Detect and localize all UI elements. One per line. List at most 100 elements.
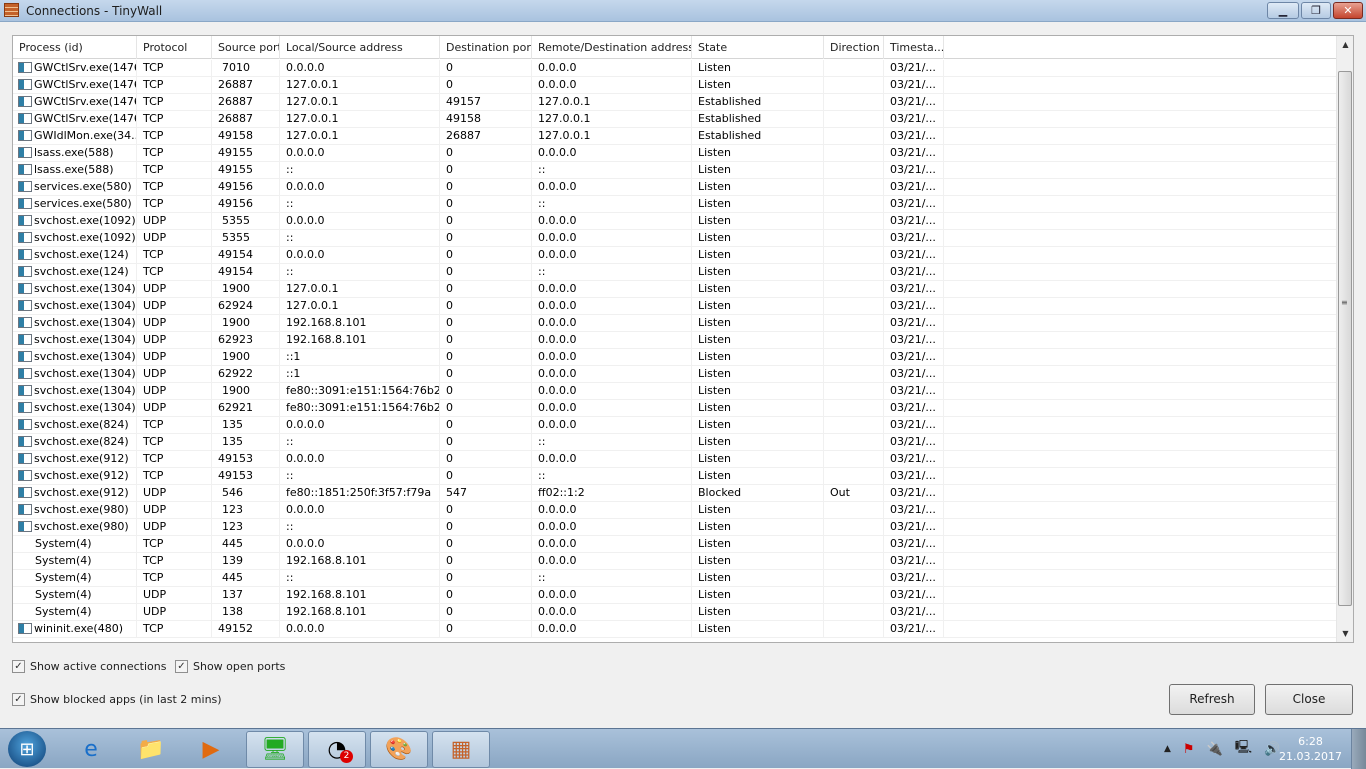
process-name: svchost.exe(1304) <box>34 282 136 295</box>
media-player-icon[interactable]: ▶ <box>182 731 240 768</box>
table-cell: 03/21/... <box>884 145 944 162</box>
show-active-connections-checkbox[interactable]: ✓ Show active connections <box>12 660 166 673</box>
show-blocked-apps-checkbox[interactable]: ✓ Show blocked apps (in last 2 mins) <box>12 693 222 706</box>
column-header[interactable]: Remote/Destination address <box>532 36 692 59</box>
column-header[interactable]: State <box>692 36 824 59</box>
column-header[interactable]: Direction <box>824 36 884 59</box>
table-row[interactable]: System(4) TCP 139 192.168.8.101 0 0.0.0.0 List… <box>13 553 1337 570</box>
refresh-button[interactable]: Refresh <box>1169 684 1255 715</box>
table-row[interactable]: GWCtlSrv.exe(1476) TCP 7010 0.0.0.0 0 0.0.0.0… <box>13 60 1337 77</box>
start-button[interactable]: ⊞ <box>8 731 46 767</box>
column-header[interactable]: Timesta... <box>884 36 944 59</box>
table-row[interactable]: svchost.exe(980) UDP 123:: 0 0.0.0.0 Listen 03… <box>13 519 1337 536</box>
table-row[interactable]: lsass.exe(588) TCP 49155 0.0.0.0 0 0.0.0.0 Lis… <box>13 145 1337 162</box>
column-header[interactable]: Process (id) <box>13 36 137 59</box>
connections-list[interactable]: Process (id) Protocol Source port Local/Sou… <box>12 35 1354 643</box>
table-row[interactable]: svchost.exe(912) TCP 49153:: 0:: Listen 03/21… <box>13 468 1337 485</box>
table-row[interactable]: services.exe(580) TCP 49156:: 0:: Listen 03/2… <box>13 196 1337 213</box>
table-cell: svchost.exe(1304) <box>13 315 137 332</box>
clock-time: 6:28 <box>1298 735 1323 748</box>
table-cell: 0 <box>440 434 532 451</box>
column-header[interactable]: Destination port <box>440 36 532 59</box>
table-cell: GWCtlSrv.exe(1476) <box>13 60 137 77</box>
table-row[interactable]: GWCtlSrv.exe(1476) TCP 26887 127.0.0.1 0 0.0.… <box>13 77 1337 94</box>
table-row[interactable]: System(4) UDP 137 192.168.8.101 0 0.0.0.0 List… <box>13 587 1337 604</box>
table-cell: :: <box>280 434 440 451</box>
table-row[interactable]: svchost.exe(824) TCP 135:: 0:: Listen 03/21/.… <box>13 434 1337 451</box>
scroll-thumb[interactable] <box>1338 71 1352 606</box>
table-cell: UDP <box>137 604 212 621</box>
table-row[interactable]: svchost.exe(1304) UDP 62922::1 0 0.0.0.0 List… <box>13 366 1337 383</box>
table-cell: 49156 <box>212 179 280 196</box>
table-cell: Listen <box>692 400 824 417</box>
table-row[interactable]: wininit.exe(480) TCP 49152 0.0.0.0 0 0.0.0.0 L… <box>13 621 1337 638</box>
table-row[interactable]: svchost.exe(824) TCP 135 0.0.0.0 0 0.0.0.0 Lis… <box>13 417 1337 434</box>
table-row[interactable]: svchost.exe(1304) UDP 1900 192.168.8.101 0 0.… <box>13 315 1337 332</box>
gauge-app-icon[interactable]: ◔ 2 <box>308 731 366 768</box>
table-row[interactable]: svchost.exe(1304) UDP 62921 fe80::3091:e151… <box>13 400 1337 417</box>
table-row[interactable]: svchost.exe(124) TCP 49154 0.0.0.0 0 0.0.0.0 L… <box>13 247 1337 264</box>
process-name: svchost.exe(1092) <box>34 214 136 227</box>
tinywall-taskbar-icon[interactable]: ▦ <box>432 731 490 768</box>
scroll-up-icon[interactable]: ▲ <box>1337 36 1353 53</box>
scroll-down-icon[interactable]: ▼ <box>1337 625 1353 642</box>
table-row[interactable]: services.exe(580) TCP 49156 0.0.0.0 0 0.0.0.0… <box>13 179 1337 196</box>
table-row[interactable]: GWIdlMon.exe(34... TCP 49158 127.0.0.1 26887… <box>13 128 1337 145</box>
table-cell: TCP <box>137 179 212 196</box>
table-row[interactable]: svchost.exe(124) TCP 49154:: 0:: Listen 03/21… <box>13 264 1337 281</box>
table-cell: :: <box>280 468 440 485</box>
table-row[interactable]: svchost.exe(1304) UDP 62924 127.0.0.1 0 0.0.0… <box>13 298 1337 315</box>
process-name: svchost.exe(1304) <box>34 384 136 397</box>
table-cell: 0.0.0.0 <box>532 621 692 638</box>
table-row[interactable]: svchost.exe(1304) UDP 1900::1 0 0.0.0.0 Liste… <box>13 349 1337 366</box>
table-cell: 0.0.0.0 <box>532 315 692 332</box>
table-row[interactable]: svchost.exe(912) TCP 49153 0.0.0.0 0 0.0.0.0 L… <box>13 451 1337 468</box>
table-row[interactable]: svchost.exe(1304) UDP 62923 192.168.8.101 0 0… <box>13 332 1337 349</box>
close-button[interactable]: Close <box>1265 684 1353 715</box>
table-row[interactable]: svchost.exe(980) UDP 123 0.0.0.0 0 0.0.0.0 Lis… <box>13 502 1337 519</box>
network-icon[interactable]: 🖳 <box>1235 738 1252 760</box>
table-row[interactable]: System(4) UDP 138 192.168.8.101 0 0.0.0.0 List… <box>13 604 1337 621</box>
power-icon[interactable]: 🔌 <box>1207 742 1223 757</box>
column-header[interactable]: Protocol <box>137 36 212 59</box>
table-row[interactable]: svchost.exe(912) UDP 546 fe80::1851:250f:3f… <box>13 485 1337 502</box>
column-header[interactable]: Local/Source address <box>280 36 440 59</box>
restore-button[interactable]: ❐ <box>1301 2 1331 19</box>
table-row[interactable]: svchost.exe(1092) UDP 5355:: 0 0.0.0.0 Listen… <box>13 230 1337 247</box>
table-cell: 0.0.0.0 <box>532 298 692 315</box>
volume-icon[interactable]: 🔊 <box>1264 742 1280 757</box>
resource-monitor-icon[interactable]: 🖥 <box>246 731 304 768</box>
table-row[interactable]: svchost.exe(1092) UDP 5355 0.0.0.0 0 0.0.0.0 L… <box>13 213 1337 230</box>
table-cell: 49154 <box>212 247 280 264</box>
table-row[interactable]: GWCtlSrv.exe(1476) TCP 26887 127.0.0.1 49157… <box>13 94 1337 111</box>
internet-explorer-icon[interactable]: e <box>62 731 120 768</box>
table-row[interactable]: System(4) TCP 445 0.0.0.0 0 0.0.0.0 Listen 03/2… <box>13 536 1337 553</box>
table-row[interactable]: GWCtlSrv.exe(1476) TCP 26887 127.0.0.1 49158… <box>13 111 1337 128</box>
minimize-button[interactable]: ▁ <box>1267 2 1299 19</box>
table-row[interactable]: System(4) TCP 445:: 0:: Listen 03/21/... <box>13 570 1337 587</box>
paint-icon[interactable]: 🎨 <box>370 731 428 768</box>
table-cell: 0.0.0.0 <box>280 179 440 196</box>
column-header[interactable]: Source port <box>212 36 280 59</box>
action-center-flag-icon[interactable]: ⚑ <box>1183 742 1195 757</box>
explorer-folder-icon[interactable]: 📁 <box>122 731 180 768</box>
table-row[interactable]: svchost.exe(1304) UDP 1900 fe80::3091:e151:… <box>13 383 1337 400</box>
table-cell <box>824 553 884 570</box>
show-open-ports-checkbox[interactable]: ✓ Show open ports <box>175 660 285 673</box>
table-cell: svchost.exe(1304) <box>13 366 137 383</box>
table-cell: 138 <box>212 604 280 621</box>
show-hidden-icons-icon[interactable]: ▲ <box>1164 744 1171 754</box>
table-row[interactable]: lsass.exe(588) TCP 49155:: 0:: Listen 03/21/.… <box>13 162 1337 179</box>
clock[interactable]: 6:28 21.03.2017 <box>1279 734 1342 764</box>
vertical-scrollbar[interactable]: ▲ ≡ ▼ <box>1336 36 1353 642</box>
table-cell: 0.0.0.0 <box>532 451 692 468</box>
table-row[interactable]: svchost.exe(1304) UDP 1900 127.0.0.1 0 0.0.0.… <box>13 281 1337 298</box>
close-window-button[interactable]: ✕ <box>1333 2 1363 19</box>
process-window-icon <box>18 300 32 311</box>
process-window-icon <box>18 419 32 430</box>
table-cell: 03/21/... <box>884 587 944 604</box>
table-cell: 445 <box>212 570 280 587</box>
table-cell: TCP <box>137 145 212 162</box>
show-desktop-button[interactable] <box>1351 729 1366 769</box>
table-cell <box>824 604 884 621</box>
